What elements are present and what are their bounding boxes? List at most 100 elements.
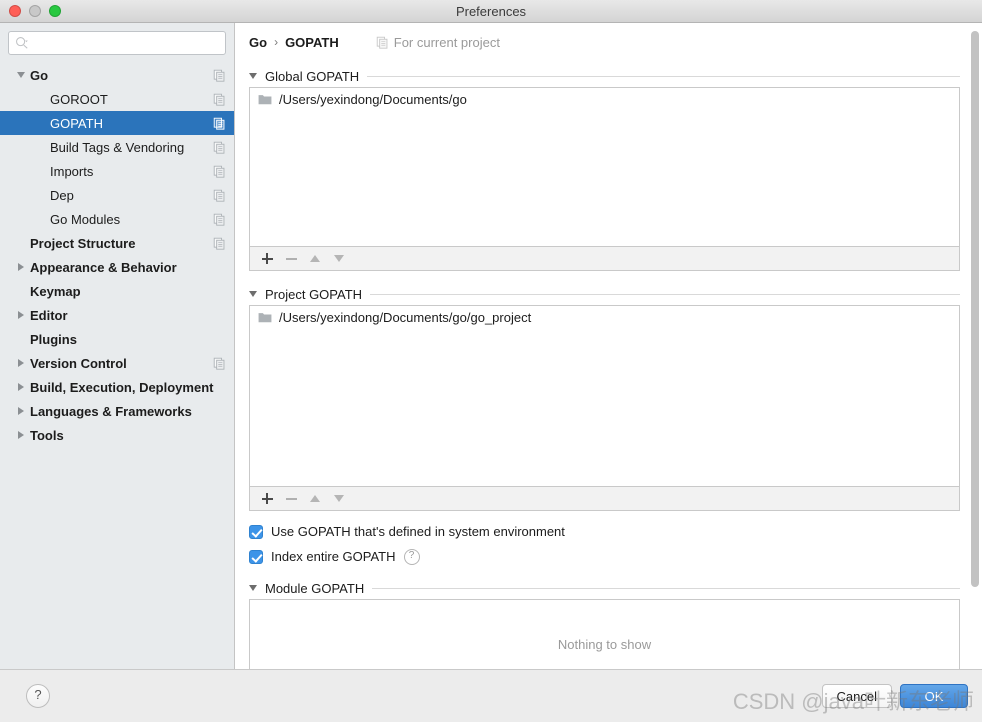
- scrollbar-thumb[interactable]: [971, 31, 979, 587]
- sidebar-item-tools[interactable]: Tools: [0, 423, 234, 447]
- sidebar-item-go[interactable]: Go: [0, 63, 234, 87]
- cancel-button[interactable]: Cancel: [821, 684, 892, 708]
- search-input[interactable]: [33, 36, 219, 50]
- use-system-gopath-label: Use GOPATH that's defined in system envi…: [271, 524, 565, 539]
- close-button-icon[interactable]: [9, 5, 21, 17]
- add-button[interactable]: [256, 249, 278, 269]
- arrow-down-icon: [334, 495, 344, 502]
- sidebar-item-version-control[interactable]: Version Control: [0, 351, 234, 375]
- plus-icon: [261, 493, 273, 504]
- sidebar-item-project-structure[interactable]: Project Structure: [0, 231, 234, 255]
- sidebar-item-build-execution-deployment[interactable]: Build, Execution, Deployment: [0, 375, 234, 399]
- sidebar-item-editor[interactable]: Editor: [0, 303, 234, 327]
- module-gopath-empty-text: Nothing to show: [557, 636, 652, 652]
- footer-buttons: Cancel OK: [821, 684, 968, 708]
- gopath-options: Use GOPATH that's defined in system envi…: [249, 519, 960, 569]
- breadcrumb-parent[interactable]: Go: [249, 35, 267, 50]
- detail-content: Go › GOPATH For current project Global G…: [235, 23, 982, 669]
- index-entire-gopath-label: Index entire GOPATH: [271, 549, 396, 564]
- help-icon[interactable]: ?: [403, 548, 420, 565]
- ok-button[interactable]: OK: [900, 684, 968, 708]
- search-icon: [16, 37, 28, 49]
- copy-icon[interactable]: [213, 213, 226, 226]
- add-button[interactable]: [256, 489, 278, 509]
- sidebar-item-build-tags-vendoring[interactable]: Build Tags & Vendoring: [0, 135, 234, 159]
- sidebar-item-imports[interactable]: Imports: [0, 159, 234, 183]
- settings-detail-panel: Go › GOPATH For current project Global G…: [235, 23, 982, 669]
- folder-icon: [258, 313, 272, 323]
- list-item[interactable]: /Users/yexindong/Documents/go: [250, 88, 959, 110]
- chevron-right-icon[interactable]: [12, 359, 30, 367]
- chevron-down-icon: [249, 585, 257, 591]
- remove-button[interactable]: [280, 249, 302, 269]
- sidebar-item-label: GOPATH: [50, 115, 103, 131]
- dialog-footer: ? Cancel OK CSDN @java叶新东老师: [0, 669, 982, 722]
- title-bar: Preferences: [0, 0, 982, 23]
- move-down-button[interactable]: [328, 489, 350, 509]
- breadcrumb-separator-icon: ›: [274, 35, 279, 49]
- sidebar-item-gopath[interactable]: GOPATH: [0, 111, 234, 135]
- sidebar-item-label: Imports: [50, 163, 94, 179]
- section-header-module-gopath[interactable]: Module GOPATH: [249, 577, 960, 599]
- chevron-right-icon[interactable]: [12, 263, 30, 271]
- section-divider: [372, 587, 960, 589]
- sidebar-item-keymap[interactable]: Keymap: [0, 279, 234, 303]
- chevron-right-icon[interactable]: [12, 311, 30, 319]
- folder-icon: [258, 95, 272, 105]
- sidebar-item-plugins[interactable]: Plugins: [0, 327, 234, 351]
- sidebar-item-label: Languages & Frameworks: [30, 403, 192, 419]
- help-button[interactable]: ?: [26, 684, 50, 708]
- list-item[interactable]: /Users/yexindong/Documents/go/go_project: [250, 306, 959, 328]
- chevron-down-icon[interactable]: [12, 72, 30, 78]
- section-header-global-gopath[interactable]: Global GOPATH: [249, 65, 960, 87]
- move-down-button[interactable]: [328, 249, 350, 269]
- sidebar-item-label: Editor: [30, 307, 68, 323]
- use-system-gopath-checkbox[interactable]: [249, 524, 263, 539]
- search-box[interactable]: [8, 31, 226, 55]
- sidebar-item-label: Project Structure: [30, 235, 136, 251]
- for-current-project-indicator: For current project: [376, 35, 500, 50]
- copy-icon[interactable]: [213, 141, 226, 154]
- window-body: Go GOROOT GOPATH Build Tags & Vendoring Impo…: [0, 23, 982, 669]
- sidebar-item-goroot[interactable]: GOROOT: [0, 87, 234, 111]
- module-gopath-list[interactable]: Nothing to show: [249, 599, 960, 669]
- copy-icon[interactable]: [213, 165, 226, 178]
- sidebar-item-languages-frameworks[interactable]: Languages & Frameworks: [0, 399, 234, 423]
- chevron-right-icon[interactable]: [12, 383, 30, 391]
- copy-icon[interactable]: [213, 69, 226, 82]
- move-up-button[interactable]: [304, 489, 326, 509]
- project-gopath-path: /Users/yexindong/Documents/go/go_project: [279, 309, 532, 325]
- copy-icon[interactable]: [213, 357, 226, 370]
- copy-icon: [376, 36, 388, 49]
- breadcrumb: Go › GOPATH For current project: [249, 23, 960, 61]
- chevron-right-icon[interactable]: [12, 431, 30, 439]
- for-current-project-label: For current project: [393, 34, 500, 50]
- minus-icon: [285, 493, 297, 504]
- chevron-right-icon[interactable]: [12, 407, 30, 415]
- move-up-button[interactable]: [304, 249, 326, 269]
- copy-icon[interactable]: [213, 117, 226, 130]
- section-divider: [367, 75, 960, 77]
- sidebar-item-go-modules[interactable]: Go Modules: [0, 207, 234, 231]
- window-controls: [0, 5, 61, 17]
- project-gopath-list[interactable]: /Users/yexindong/Documents/go/go_project: [249, 305, 960, 487]
- checkbox-row-use-system-gopath[interactable]: Use GOPATH that's defined in system envi…: [249, 519, 960, 544]
- section-header-project-gopath[interactable]: Project GOPATH: [249, 283, 960, 305]
- sidebar-item-appearance-behavior[interactable]: Appearance & Behavior: [0, 255, 234, 279]
- checkbox-row-index-entire-gopath[interactable]: Index entire GOPATH ?: [249, 544, 960, 569]
- copy-icon[interactable]: [213, 237, 226, 250]
- sidebar-item-label: Build, Execution, Deployment: [30, 379, 214, 395]
- vertical-scrollbar[interactable]: [971, 31, 979, 661]
- index-entire-gopath-checkbox[interactable]: [249, 549, 263, 564]
- global-gopath-list[interactable]: /Users/yexindong/Documents/go: [249, 87, 960, 247]
- project-gopath-toolbar: [249, 487, 960, 511]
- preferences-window: Preferences Go GOROOT GOPATH Build Tags & V…: [0, 0, 982, 722]
- copy-icon[interactable]: [213, 189, 226, 202]
- sidebar-item-label: Build Tags & Vendoring: [50, 139, 185, 155]
- zoom-button-icon[interactable]: [49, 5, 61, 17]
- copy-icon[interactable]: [213, 93, 226, 106]
- remove-button[interactable]: [280, 489, 302, 509]
- sidebar-item-dep[interactable]: Dep: [0, 183, 234, 207]
- minimize-button-icon[interactable]: [29, 5, 41, 17]
- sidebar-item-label: Keymap: [30, 283, 81, 299]
